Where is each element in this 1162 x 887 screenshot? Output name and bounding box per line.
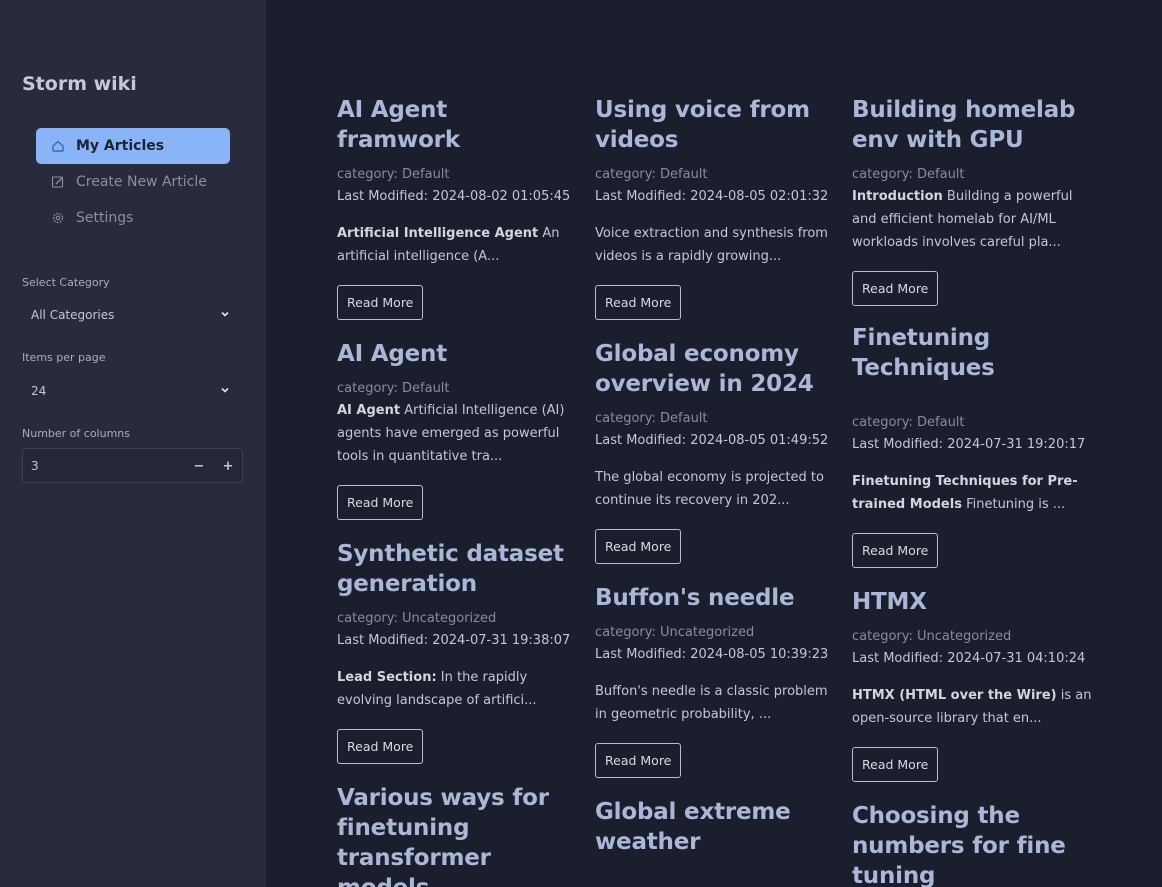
articles-grid: AI Agent framwork category: Default Last…	[266, 0, 1162, 887]
nav-item-settings[interactable]: Settings	[36, 200, 230, 236]
article-modified: Last Modified: 2024-07-31 04:10:24	[852, 651, 1086, 666]
article-card: HTMX category: Uncategorized Last Modifi…	[852, 587, 1092, 800]
article-title: AI Agent	[337, 341, 447, 367]
article-card: Building homelab env with GPU category: …	[852, 95, 1092, 322]
sidebar-nav: My Articles Create New Article Settings	[36, 128, 230, 236]
items-per-page-select[interactable]: 24	[22, 375, 243, 407]
article-title: Building homelab env with GPU	[852, 97, 1076, 153]
items-per-page-value: 24	[31, 384, 47, 398]
excerpt-lead: Artificial Intelligence Agent	[337, 226, 539, 241]
app-title: Storm wiki	[22, 73, 137, 95]
decrement-button[interactable]: −	[191, 458, 207, 474]
read-more-button[interactable]: Read More	[595, 743, 682, 778]
excerpt-lead: Introduction	[852, 189, 943, 204]
article-title: Finetuning Techniques	[852, 325, 995, 381]
article-category: category: Uncategorized	[595, 625, 755, 640]
read-more-button[interactable]: Read More	[852, 747, 939, 782]
article-category: category: Default	[852, 167, 965, 182]
sidebar: Storm wiki My Articles Create New Articl…	[0, 0, 266, 887]
read-more-button[interactable]: Read More	[595, 529, 682, 564]
read-more-button[interactable]: Read More	[595, 285, 682, 320]
article-modified: Last Modified: 2024-07-31 19:20:17	[852, 437, 1086, 452]
items-per-page-label: Items per page	[22, 351, 106, 364]
article-excerpt: HTMX (HTML over the Wire) is an open-sou…	[852, 684, 1092, 730]
nav-item-create-article[interactable]: Create New Article	[36, 164, 230, 200]
article-excerpt: Artificial Intelligence Agent An artific…	[337, 222, 577, 268]
article-category: category: Uncategorized	[337, 611, 497, 626]
article-card: Buffon's needle category: Uncategorized …	[595, 583, 835, 796]
article-excerpt: Introduction Building a powerful and eff…	[852, 185, 1092, 254]
article-card: Using voice from videos category: Defaul…	[595, 95, 835, 338]
article-excerpt: AI Agent Artificial Intelligence (AI) ag…	[337, 399, 577, 468]
article-category: category: Default	[337, 381, 450, 396]
read-more-button[interactable]: Read More	[337, 285, 424, 320]
article-excerpt: Buffon's needle is a classic problem in …	[595, 684, 828, 722]
columns-stepper[interactable]: 3 − +	[22, 448, 243, 483]
article-excerpt: Voice extraction and synthesis from vide…	[595, 226, 828, 264]
article-category: category: Default	[337, 167, 450, 182]
excerpt-lead: AI Agent	[337, 403, 401, 418]
chevron-down-icon	[221, 387, 229, 393]
article-title: Global economy overview in 2024	[595, 341, 814, 397]
article-excerpt: Finetuning Techniques for Pre-trained Mo…	[852, 470, 1092, 516]
article-card: Global economy overview in 2024 category…	[595, 339, 835, 582]
article-title: Various ways for finetuning transformer …	[337, 785, 549, 887]
article-category: category: Default	[852, 415, 965, 430]
nav-label: My Articles	[76, 138, 165, 154]
category-select-value: All Categories	[31, 308, 115, 322]
article-modified: Last Modified: 2024-07-31 19:38:07	[337, 633, 571, 648]
excerpt-lead: Lead Section:	[337, 670, 437, 685]
nav-label: Create New Article	[76, 174, 207, 190]
nav-label: Settings	[76, 210, 134, 226]
article-card: Synthetic dataset generation category: U…	[337, 539, 577, 782]
article-card: AI Agent category: Default AI Agent Arti…	[337, 339, 577, 538]
article-category: category: Default	[595, 167, 708, 182]
read-more-button[interactable]: Read More	[337, 729, 424, 764]
article-title: Using voice from videos	[595, 97, 810, 153]
article-category: category: Uncategorized	[852, 629, 1012, 644]
articles-column: AI Agent framwork category: Default Last…	[337, 94, 577, 887]
chevron-down-icon	[221, 311, 229, 317]
excerpt-lead: HTMX (HTML over the Wire)	[852, 688, 1057, 703]
article-card: Various ways for finetuning transformer …	[337, 783, 577, 887]
edit-icon	[51, 175, 65, 189]
article-category: category: Default	[595, 411, 708, 426]
article-title: Choosing the numbers for fine tuning	[852, 803, 1066, 887]
nav-item-my-articles[interactable]: My Articles	[36, 128, 230, 164]
article-modified: Last Modified: 2024-08-02 01:05:45	[337, 189, 571, 204]
category-select-label: Select Category	[22, 276, 110, 289]
article-modified: Last Modified: 2024-08-05 02:01:32	[595, 189, 829, 204]
read-more-button[interactable]: Read More	[852, 533, 939, 568]
article-excerpt: The global economy is projected to conti…	[595, 470, 824, 508]
columns-label: Number of columns	[22, 427, 131, 440]
category-select[interactable]: All Categories	[22, 299, 243, 331]
article-title: HTMX	[852, 589, 927, 615]
articles-column: Building homelab env with GPU category: …	[852, 94, 1092, 887]
article-title: Global extreme weather	[595, 799, 791, 855]
article-title: Synthetic dataset generation	[337, 541, 564, 597]
article-card: Choosing the numbers for fine tuning	[852, 801, 1092, 887]
article-card: Global extreme weather	[595, 797, 835, 857]
excerpt-text: Finetuning is ...	[961, 497, 1066, 512]
article-modified: Last Modified: 2024-08-05 10:39:23	[595, 647, 829, 662]
article-card: AI Agent framwork category: Default Last…	[337, 95, 577, 338]
home-icon	[51, 139, 65, 153]
article-title: Buffon's needle	[595, 585, 795, 611]
columns-input[interactable]: 3	[31, 459, 39, 473]
increment-button[interactable]: +	[220, 458, 236, 474]
article-card: Finetuning Techniques category: Default …	[852, 323, 1092, 586]
article-title: AI Agent framwork	[337, 97, 460, 153]
article-excerpt: Lead Section: In the rapidly evolving la…	[337, 666, 577, 712]
read-more-button[interactable]: Read More	[852, 271, 939, 306]
article-modified: Last Modified: 2024-08-05 01:49:52	[595, 433, 829, 448]
gear-icon	[51, 211, 65, 225]
articles-column: Using voice from videos category: Defaul…	[595, 94, 835, 857]
read-more-button[interactable]: Read More	[337, 485, 424, 520]
